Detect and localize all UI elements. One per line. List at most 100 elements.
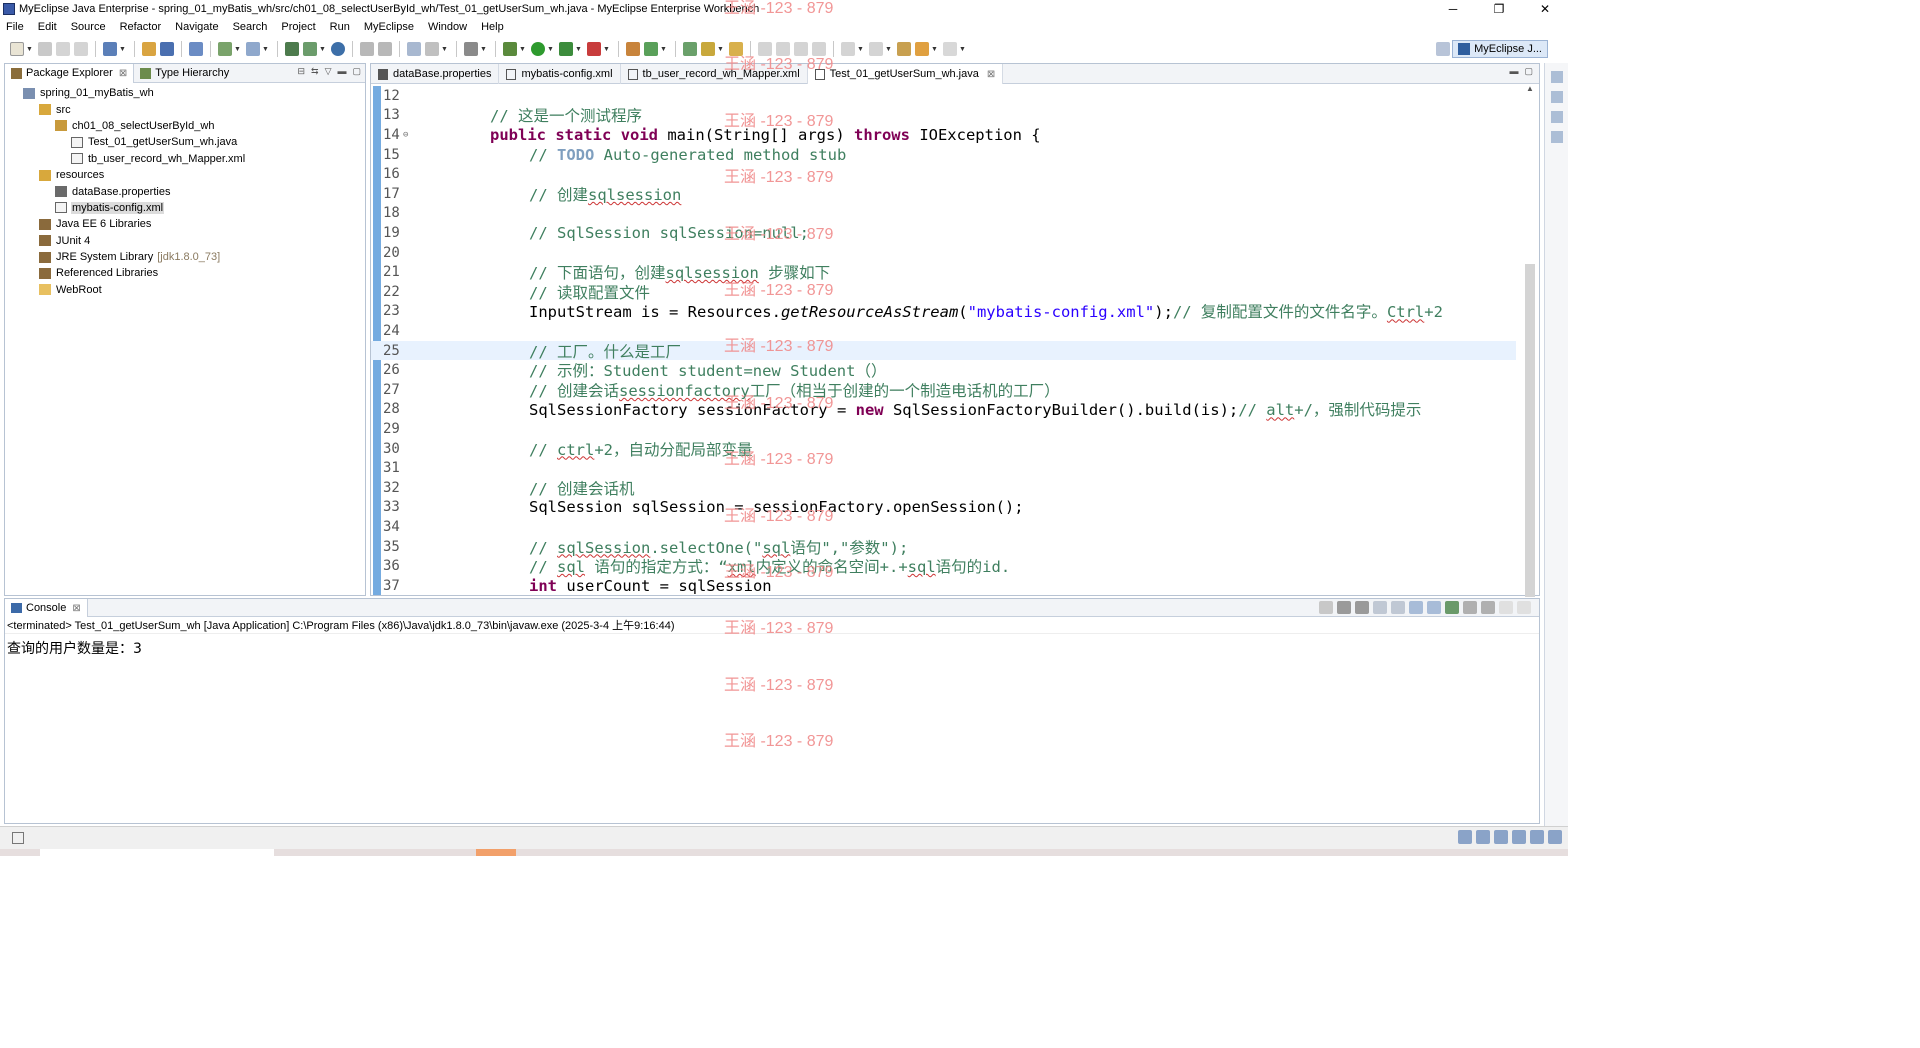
tree-item[interactable]: JRE System Library [jdk1.8.0_73] [5,249,365,265]
code-line[interactable]: 19 // SqlSession sqlSession=null; [371,223,1516,243]
menu-navigate[interactable]: Navigate [169,21,226,33]
editor-tab[interactable]: dataBase.properties [371,64,500,84]
back-icon[interactable] [915,42,929,56]
block-select-icon[interactable] [794,42,808,56]
back-history-icon[interactable] [360,42,374,56]
menu-help[interactable]: Help [475,21,512,33]
tree-item[interactable]: JUnit 4 [5,233,365,249]
code-line[interactable]: 27// 创建会话sessionfactory工厂（相当于创建的一个制造电话机的… [371,380,1516,400]
display-console-icon[interactable] [1463,601,1477,614]
code-line[interactable]: 35// sqlSession.selectOne("sql语句","参数"); [371,537,1516,557]
forward-history-icon[interactable] [378,42,392,56]
tab-console[interactable]: Console ⊠ [5,599,88,617]
status-tool-icon-6[interactable] [1548,830,1562,844]
next-annotation-dropdown-icon[interactable]: ▼ [857,42,864,56]
tree-item[interactable]: tb_user_record_wh_Mapper.xml [5,151,365,167]
server-dropdown-icon[interactable]: ▼ [319,42,326,56]
open-folder-icon[interactable] [683,42,697,56]
tools-dropdown-icon[interactable]: ▼ [441,42,448,56]
tab-package-explorer[interactable]: Package Explorer ⊠ [5,63,135,83]
run-external-dropdown-icon[interactable]: ▼ [575,42,582,56]
terminate-icon[interactable] [1319,601,1333,614]
minimize-button[interactable]: ─ [1430,0,1476,18]
code-line[interactable]: 23 InputStream is = Resources.getResource… [371,302,1516,321]
back-dropdown-icon[interactable]: ▼ [931,42,938,56]
code-line[interactable]: 21// 下面语句，创建sqlsession 步骤如下 [371,262,1516,282]
open-console-icon[interactable] [1481,601,1495,614]
globe-icon[interactable] [331,42,345,56]
code-line[interactable]: 13 // 这是一个测试程序 [371,106,1516,125]
tree-item[interactable]: Java EE 6 Libraries [5,216,365,232]
coverage-dropdown-icon[interactable]: ▼ [603,42,610,56]
web-dropdown-icon[interactable]: ▼ [234,42,241,56]
open-perspective-button-icon[interactable] [1436,42,1451,56]
toggle-mark-icon[interactable] [758,42,772,56]
console-output[interactable]: 查询的用户数量是：3 [5,634,1539,662]
code-area[interactable]: 12 13 // 这是一个测试程序 14 ⊖ public static void mai… [371,84,1539,595]
code-line[interactable]: 15 // TODO Auto-generated method stub [371,145,1516,165]
minimize-view-icon[interactable]: ▬ [337,66,346,77]
fold-toggle-icon[interactable]: ⊖ [403,130,408,140]
tree-item[interactable]: resources [5,167,365,183]
code-line[interactable]: 33 SqlSession sqlSession = sessionFactory… [371,498,1516,518]
collapse-all-icon[interactable]: ⊟ [297,66,305,77]
new-wizard-dropdown-icon[interactable]: ▼ [660,42,667,56]
menu-edit[interactable]: Edit [32,21,65,33]
status-tool-icon-3[interactable] [1494,830,1508,844]
code-line[interactable]: 17 // 创建sqlsession [371,184,1516,204]
scroll-lock-icon[interactable] [1391,601,1405,614]
scrollbar-thumb[interactable] [1525,264,1535,597]
restore-button[interactable]: ❐ [1476,0,1522,18]
close-icon[interactable]: ⊠ [987,69,995,80]
editor-tab[interactable]: Test_01_getUserSum_wh.java ⊠ [807,64,1004,84]
last-edit-icon[interactable] [897,42,911,56]
new-java-project-icon[interactable] [626,42,640,56]
menu-file[interactable]: File [0,21,32,33]
forward-icon[interactable] [943,42,957,56]
tree-item[interactable]: Test_01_getUserSum_wh.java [5,134,365,150]
open-perspective-icon[interactable] [407,42,421,56]
close-icon[interactable]: ⊠ [72,603,80,614]
coverage-icon[interactable] [587,42,601,56]
properties-icon[interactable] [1550,131,1563,143]
tree-item[interactable]: ch01_08_selectUserById_wh [5,118,365,134]
camera-icon[interactable] [464,42,478,56]
camera-dropdown-icon[interactable]: ▼ [480,42,487,56]
tree-item[interactable]: spring_01_myBatis_wh [5,85,365,101]
maximize-view-icon[interactable]: ▢ [352,66,361,77]
remove-launch-icon[interactable] [1337,601,1351,614]
maximize-console-icon[interactable] [1517,601,1531,614]
save-all-icon[interactable] [56,42,70,56]
prev-annotation-dropdown-icon[interactable]: ▼ [885,42,892,56]
status-tool-icon-5[interactable] [1530,830,1544,844]
status-tool-icon-2[interactable] [1476,830,1490,844]
word-wrap-icon[interactable] [1409,601,1423,614]
browser-dropdown-icon[interactable]: ▼ [262,42,269,56]
show-whitespace-icon[interactable] [812,42,826,56]
tree-item[interactable]: src [5,101,365,117]
minimize-console-icon[interactable] [1499,601,1513,614]
status-tool-icon-1[interactable] [1458,830,1472,844]
show-on-output-icon[interactable] [1427,601,1441,614]
maximize-editor-icon[interactable]: ▢ [1524,66,1533,77]
code-line[interactable]: 26// 示例：Student student=new Student（） [371,360,1516,380]
code-line[interactable]: 16 [371,164,1516,184]
perspective-button[interactable]: MyEclipse J... [1452,40,1548,58]
debug-icon[interactable] [503,42,517,56]
tree-item[interactable]: dataBase.properties [5,183,365,199]
web-icon[interactable] [218,42,232,56]
search-tool-icon[interactable] [701,42,715,56]
code-line[interactable]: 34 [371,517,1516,537]
tree-item[interactable]: WebRoot [5,282,365,298]
menu-project[interactable]: Project [275,21,323,33]
editor-tab[interactable]: tb_user_record_wh_Mapper.xml [621,64,808,84]
open-type-dropdown-icon[interactable]: ▼ [119,42,126,56]
browser-icon[interactable] [246,42,260,56]
code-line[interactable]: 20 [371,243,1516,263]
tree-item[interactable]: mybatis-config.xml [5,200,365,216]
menu-refactor[interactable]: Refactor [114,21,170,33]
new-icon[interactable] [10,42,24,56]
close-button[interactable]: ✕ [1522,0,1568,18]
code-line[interactable]: 14 ⊖ public static void main(String[] args… [371,125,1516,145]
tools-icon[interactable] [425,42,439,56]
